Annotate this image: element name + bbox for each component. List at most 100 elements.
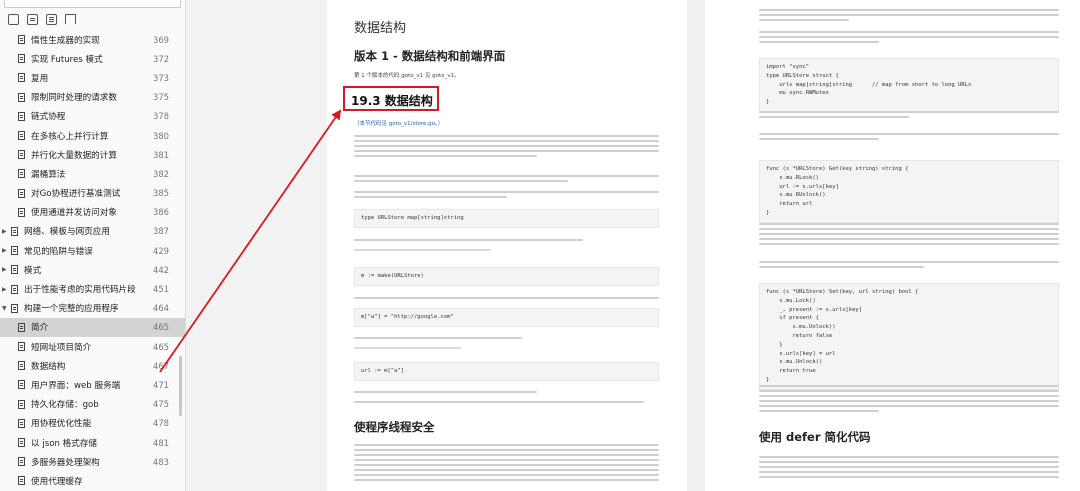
document-icon	[11, 265, 18, 275]
toc-item[interactable]: 以 json 格式存储 481	[0, 433, 185, 452]
toc-item-label: 使用代理缓存	[31, 476, 83, 487]
document-icon	[18, 322, 25, 332]
toc-item-label: 短网址项目简介	[31, 342, 92, 353]
toc-item[interactable]: 复用 373	[0, 68, 185, 87]
code-text-2: m := make(URLStore)	[361, 273, 424, 279]
code-line: import "sync"	[766, 64, 810, 70]
outline-view-icon[interactable]	[27, 13, 38, 25]
sidebar-scrollbar[interactable]	[179, 356, 182, 416]
version-title: 版本 1 - 数据结构和前端界面	[354, 49, 506, 63]
chapter-title: 数据结构	[354, 21, 407, 36]
list-view-icon[interactable]	[46, 13, 57, 25]
toc-item-page: 429	[153, 245, 169, 256]
toc-item[interactable]: 数据结构 467	[0, 356, 185, 375]
code-text-1: type URLStore map[string]string	[361, 215, 464, 221]
code-block-struct: import "sync" type URLStore struct { urls…	[759, 58, 1059, 112]
toc-item-label: 出于性能考虑的实用代码片段	[24, 285, 136, 296]
code-line: url := s.urls[key]	[766, 183, 839, 190]
caret-right-icon[interactable]: ▶	[2, 286, 11, 293]
caret-down-icon[interactable]: ▼	[2, 305, 11, 312]
toc-item-page: 387	[153, 226, 169, 237]
toc-item[interactable]: ▶ 网络、模板与网页应用 387	[0, 222, 185, 241]
toc-item[interactable]: 用协程优化性能 478	[0, 414, 185, 433]
toc-item[interactable]: ▼ 构建一个完整的应用程序 464	[0, 299, 185, 318]
toc-item-page: 483	[153, 456, 169, 467]
paragraph-block-r5	[759, 220, 1059, 248]
code-line: s.mu.Unlock()	[766, 359, 823, 366]
section-title: 19.3 数据结构	[351, 94, 433, 108]
document-icon	[11, 226, 18, 236]
toc-item[interactable]: 链式协程 378	[0, 107, 185, 126]
paragraph-block-2	[354, 172, 659, 185]
toc-item[interactable]: 使用通道并发访问对象 386	[0, 203, 185, 222]
code-line: type URLStore struct {	[766, 72, 839, 79]
toc-item[interactable]: 持久化存储：gob 475	[0, 395, 185, 414]
code-line: s.mu.Lock()	[766, 297, 816, 304]
paragraph-block-r2	[759, 28, 1059, 46]
paragraph-block-r7	[759, 382, 1059, 415]
toc-item-page: 442	[153, 264, 169, 275]
caret-right-icon[interactable]: ▶	[2, 247, 11, 254]
toc-item-page: 380	[153, 130, 169, 141]
toc-item[interactable]: ▶ 出于性能考虑的实用代码片段 451	[0, 279, 185, 298]
document-icon	[18, 476, 25, 486]
paragraph-block-6	[354, 334, 659, 352]
toc-item-label: 用协程优化性能	[31, 419, 92, 430]
bookmark-icon[interactable]	[65, 14, 76, 24]
toc-item-page: 467	[153, 360, 169, 371]
toc-item-label: 常见的陷阱与错误	[24, 246, 93, 257]
document-icon	[18, 361, 25, 371]
toc-item[interactable]: ▶ 模式 442	[0, 260, 185, 279]
toc-item-page: 369	[153, 34, 169, 45]
toc-item-label: 在多核心上并行计算	[31, 131, 109, 142]
toc-item-label: 数据结构	[31, 361, 66, 372]
document-icon	[18, 150, 25, 160]
code-line: func (s *URLStore) Set(key, url string) …	[766, 289, 919, 295]
toc-item-label: 复用	[31, 73, 49, 84]
subheading-thread-safe: 使程序线程安全	[354, 420, 435, 434]
viewer-background	[186, 0, 327, 491]
toc-item[interactable]: 多服务器处理架构 483	[0, 452, 185, 471]
toc-item[interactable]: 用户界面：web 服务端 471	[0, 375, 185, 394]
toc-sidebar: 惰性生成器的实现 369 实现 Futures 模式 372 复用 373 限制同时处理的请…	[0, 0, 186, 491]
sidebar-search-box[interactable]	[4, 0, 181, 8]
toc-item[interactable]: 限制同时处理的请求数 375	[0, 88, 185, 107]
code-reference[interactable]: （本节代码见 goto_v1/store.go。）	[354, 120, 443, 129]
caret-right-icon[interactable]: ▶	[2, 266, 11, 273]
toc-item-label: 用户界面：web 服务端	[31, 380, 121, 391]
toc-item-page: 382	[153, 168, 169, 179]
toc-item[interactable]: 简介 465	[0, 317, 185, 337]
toc-item[interactable]: 并行化大量数据的计算 381	[0, 145, 185, 164]
document-icon	[18, 92, 25, 102]
toc-item[interactable]: 对Go协程进行基准测试 385	[0, 184, 185, 203]
toc-item-label: 模式	[24, 265, 42, 276]
code-line: urls map[string]string // map from short…	[766, 81, 972, 88]
paragraph-block-r8	[759, 453, 1059, 481]
toc-item-label: 多服务器处理架构	[31, 457, 100, 468]
toc-item-label: 网络、模板与网页应用	[24, 227, 110, 238]
toc-item[interactable]: 惰性生成器的实现 369	[0, 30, 185, 49]
toc-item[interactable]: 漏桶算法 382	[0, 164, 185, 183]
toc-item[interactable]: 实现 Futures 模式 372	[0, 49, 185, 68]
document-icon	[18, 188, 25, 198]
toc-item[interactable]: 短网址项目简介 465	[0, 337, 185, 356]
document-icon	[18, 169, 25, 179]
paragraph-block-r4	[759, 130, 1059, 143]
document-icon	[18, 207, 25, 217]
code-block-make: m := make(URLStore)	[354, 267, 659, 286]
code-line: s.mu.Unlock()	[766, 324, 836, 331]
toc-item[interactable]: 使用代理缓存	[0, 471, 185, 490]
code-line: s.mu.RUnlock()	[766, 192, 826, 199]
document-icon	[18, 438, 25, 448]
toc-item-page: 373	[153, 72, 169, 83]
toc-item-label: 链式协程	[31, 112, 66, 123]
toc-item[interactable]: 在多核心上并行计算 380	[0, 126, 185, 145]
thumbnail-view-icon[interactable]	[8, 13, 19, 25]
document-icon	[18, 342, 25, 352]
toc-item-page: 381	[153, 149, 169, 160]
paragraph-block-1	[354, 132, 659, 160]
code-line: s.urls[key] = url	[766, 350, 836, 357]
code-line: return true	[766, 368, 816, 375]
caret-right-icon[interactable]: ▶	[2, 228, 11, 235]
toc-item[interactable]: ▶ 常见的陷阱与错误 429	[0, 241, 185, 260]
